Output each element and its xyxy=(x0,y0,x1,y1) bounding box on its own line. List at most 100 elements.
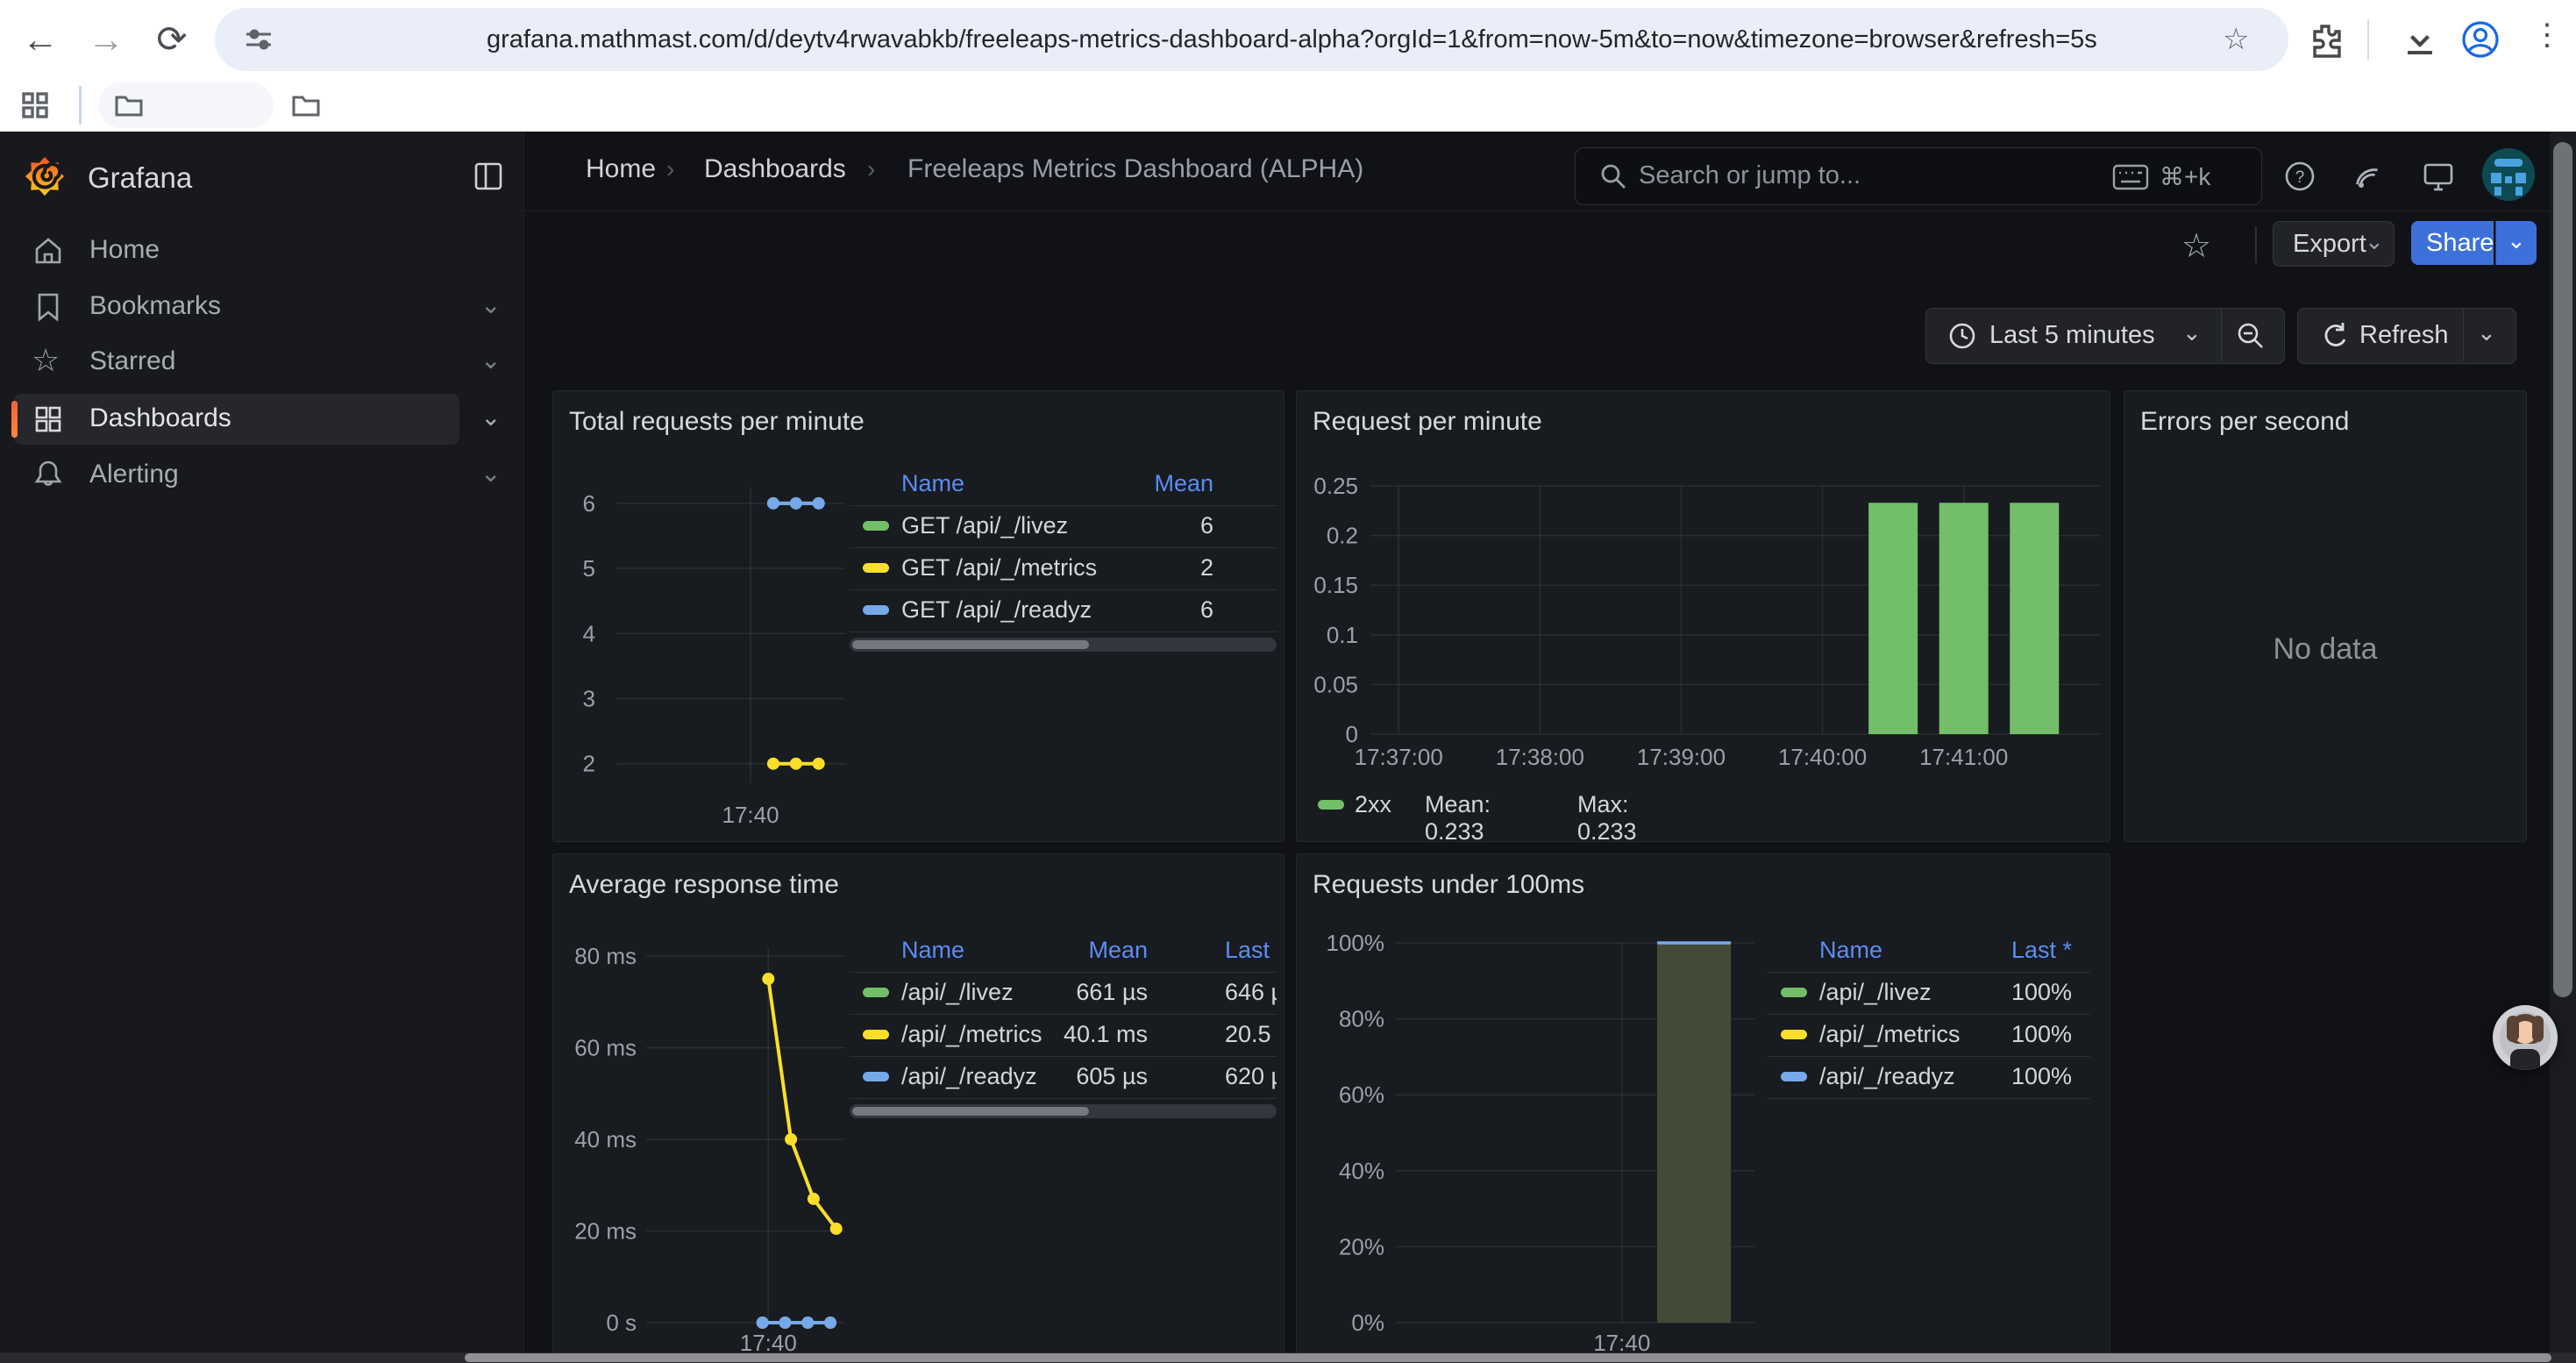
sidebar-item-bookmarks[interactable]: Bookmarks ⌄ xyxy=(0,282,523,332)
series-chip[interactable] xyxy=(1781,1072,1807,1081)
zoom-out-icon[interactable] xyxy=(2235,320,2266,352)
series-chip[interactable] xyxy=(863,1030,889,1039)
toolbar-divider xyxy=(2367,19,2369,60)
search-input[interactable]: Search or jump to... ⌘+k xyxy=(1575,147,2262,205)
browser-toolbar: ← → ⟳ grafana.mathmast.com/d/deytv4rwava… xyxy=(0,0,2576,79)
extensions-icon[interactable] xyxy=(2306,21,2345,60)
sidebar-item-label: Starred xyxy=(89,346,175,376)
svg-text:20%: 20% xyxy=(1339,1233,1384,1260)
legend-table: Name Last * /api/_/livez 100% /api/_/met… xyxy=(1768,935,2090,1110)
series-mean: 2 xyxy=(850,554,1213,582)
share-dropdown-button[interactable]: ⌄ xyxy=(2495,221,2537,265)
sidebar-item-starred[interactable]: ☆ Starred ⌄ xyxy=(0,337,523,388)
series-chip[interactable] xyxy=(1781,988,1807,997)
dashboards-icon xyxy=(33,404,63,434)
breadcrumb-home[interactable]: Home xyxy=(586,154,656,184)
export-button[interactable]: Export ⌄ xyxy=(2273,221,2395,267)
help-icon[interactable]: ? xyxy=(2283,160,2316,193)
brand-title: Grafana xyxy=(88,161,192,195)
browser-forward-icon[interactable]: → xyxy=(82,15,131,64)
series-chip[interactable] xyxy=(863,1072,889,1081)
table-scrollbar[interactable] xyxy=(850,638,1277,652)
legend-table: Name Mean GET /api/_/livez 6 GET /api/_/… xyxy=(850,468,1277,654)
svg-text:2: 2 xyxy=(583,751,595,777)
chevron-down-icon[interactable]: ⌄ xyxy=(2182,319,2202,346)
sidebar-item-label: Bookmarks xyxy=(89,291,221,321)
panel-average-response-time: Average response time 80 ms60 ms40 ms20 … xyxy=(552,853,1284,1363)
clock-icon xyxy=(1947,321,1977,351)
scrollbar-thumb[interactable] xyxy=(2553,142,2572,997)
panel-requests-under-100ms: Requests under 100ms 100%80%60%40%20%0%1… xyxy=(1296,853,2110,1363)
panel-request-per-minute: Request per minute 0.250.20.150.10.05017… xyxy=(1296,390,2110,842)
svg-text:0.2: 0.2 xyxy=(1327,523,1358,549)
browser-reload-icon[interactable]: ⟳ xyxy=(147,15,196,64)
refresh-icon[interactable] xyxy=(2319,320,2349,350)
svg-text:40 ms: 40 ms xyxy=(574,1126,637,1152)
svg-text:5: 5 xyxy=(583,555,595,582)
grafana-logo[interactable] xyxy=(25,151,65,202)
series-last: 20.5 ms xyxy=(1225,1021,1277,1048)
browser-back-icon[interactable]: ← xyxy=(16,15,65,64)
column-header-name[interactable]: Name xyxy=(901,937,964,964)
user-avatar[interactable] xyxy=(2482,148,2535,201)
panel-total-requests: Total requests per minute 6543217:40 Nam… xyxy=(552,390,1284,842)
svg-text:6: 6 xyxy=(583,490,595,517)
column-header-last[interactable]: Last * xyxy=(1925,937,2072,964)
column-header-name[interactable]: Name xyxy=(1819,937,1882,964)
panel-title[interactable]: Errors per second xyxy=(2140,407,2349,437)
chevron-down-icon[interactable]: ⌄ xyxy=(480,459,501,488)
folder-icon xyxy=(291,91,321,119)
export-label: Export xyxy=(2293,230,2366,259)
scrollbar-thumb[interactable] xyxy=(465,1353,2551,1362)
apps-grid-icon[interactable] xyxy=(19,89,51,121)
selected-item-accent xyxy=(11,401,18,438)
group-divider xyxy=(2463,309,2464,361)
site-settings-icon[interactable] xyxy=(243,24,274,55)
series-chip[interactable] xyxy=(863,988,889,997)
monitor-icon[interactable] xyxy=(2422,161,2455,193)
svg-text:80%: 80% xyxy=(1339,1006,1384,1032)
news-rss-icon[interactable] xyxy=(2352,161,2383,193)
sidebar-item-alerting[interactable]: Alerting ⌄ xyxy=(0,450,523,501)
favorite-star-icon[interactable]: ☆ xyxy=(2181,226,2211,266)
svg-text:80 ms: 80 ms xyxy=(574,943,637,969)
chevron-down-icon[interactable]: ⌄ xyxy=(480,346,501,375)
breadcrumb-dashboards[interactable]: Dashboards xyxy=(704,154,846,184)
downloads-icon[interactable] xyxy=(2401,21,2439,60)
assistant-avatar[interactable] xyxy=(2493,1005,2558,1070)
column-header-mean[interactable]: Mean xyxy=(964,937,1148,964)
share-button[interactable]: Share xyxy=(2411,221,2494,265)
sidebar-collapse-icon[interactable] xyxy=(472,160,505,193)
bell-icon xyxy=(33,459,63,490)
selected-item-bg xyxy=(14,394,459,445)
browser-menu-icon[interactable]: ⋮ xyxy=(2532,18,2562,53)
series-last: 646 µs xyxy=(1225,979,1277,1006)
chevron-down-icon[interactable]: ⌄ xyxy=(2477,319,2496,346)
breadcrumb-separator: › xyxy=(867,155,875,183)
svg-text:0%: 0% xyxy=(1351,1309,1384,1336)
bookmarks-bar: Freeleaps 收藏博客 xyxy=(0,79,2576,132)
series-mean: 40.1 ms xyxy=(964,1021,1148,1048)
column-header-last[interactable]: Last * xyxy=(1225,937,1277,964)
home-icon xyxy=(33,236,63,266)
bookmark-star-icon[interactable]: ☆ xyxy=(2223,22,2249,57)
vertical-scrollbar[interactable] xyxy=(2550,132,2576,1363)
chevron-down-icon[interactable]: ⌄ xyxy=(480,403,501,432)
series-chip[interactable] xyxy=(1318,800,1344,810)
horizontal-scrollbar[interactable] xyxy=(0,1352,2576,1363)
svg-text:0 s: 0 s xyxy=(606,1309,637,1336)
time-range-label[interactable]: Last 5 minutes xyxy=(1989,321,2155,350)
column-header-mean[interactable]: Mean xyxy=(850,470,1213,497)
legend-series[interactable]: 2xx xyxy=(1355,791,1391,818)
series-chip[interactable] xyxy=(1781,1030,1807,1039)
bookmarks-divider xyxy=(79,86,82,125)
breadcrumb-current: Freeleaps Metrics Dashboard (ALPHA) xyxy=(907,154,1363,184)
refresh-label[interactable]: Refresh xyxy=(2359,321,2449,350)
profile-icon[interactable] xyxy=(2460,19,2501,60)
sidebar-item-dashboards[interactable]: Dashboards ⌄ xyxy=(0,393,523,446)
chevron-down-icon[interactable]: ⌄ xyxy=(480,290,501,319)
address-bar[interactable]: grafana.mathmast.com/d/deytv4rwavabkb/fr… xyxy=(215,8,2288,71)
sidebar-item-home[interactable]: Home xyxy=(0,225,523,276)
table-scrollbar[interactable] xyxy=(850,1104,1277,1118)
series-name[interactable]: /api/_/livez xyxy=(1819,979,1932,1006)
